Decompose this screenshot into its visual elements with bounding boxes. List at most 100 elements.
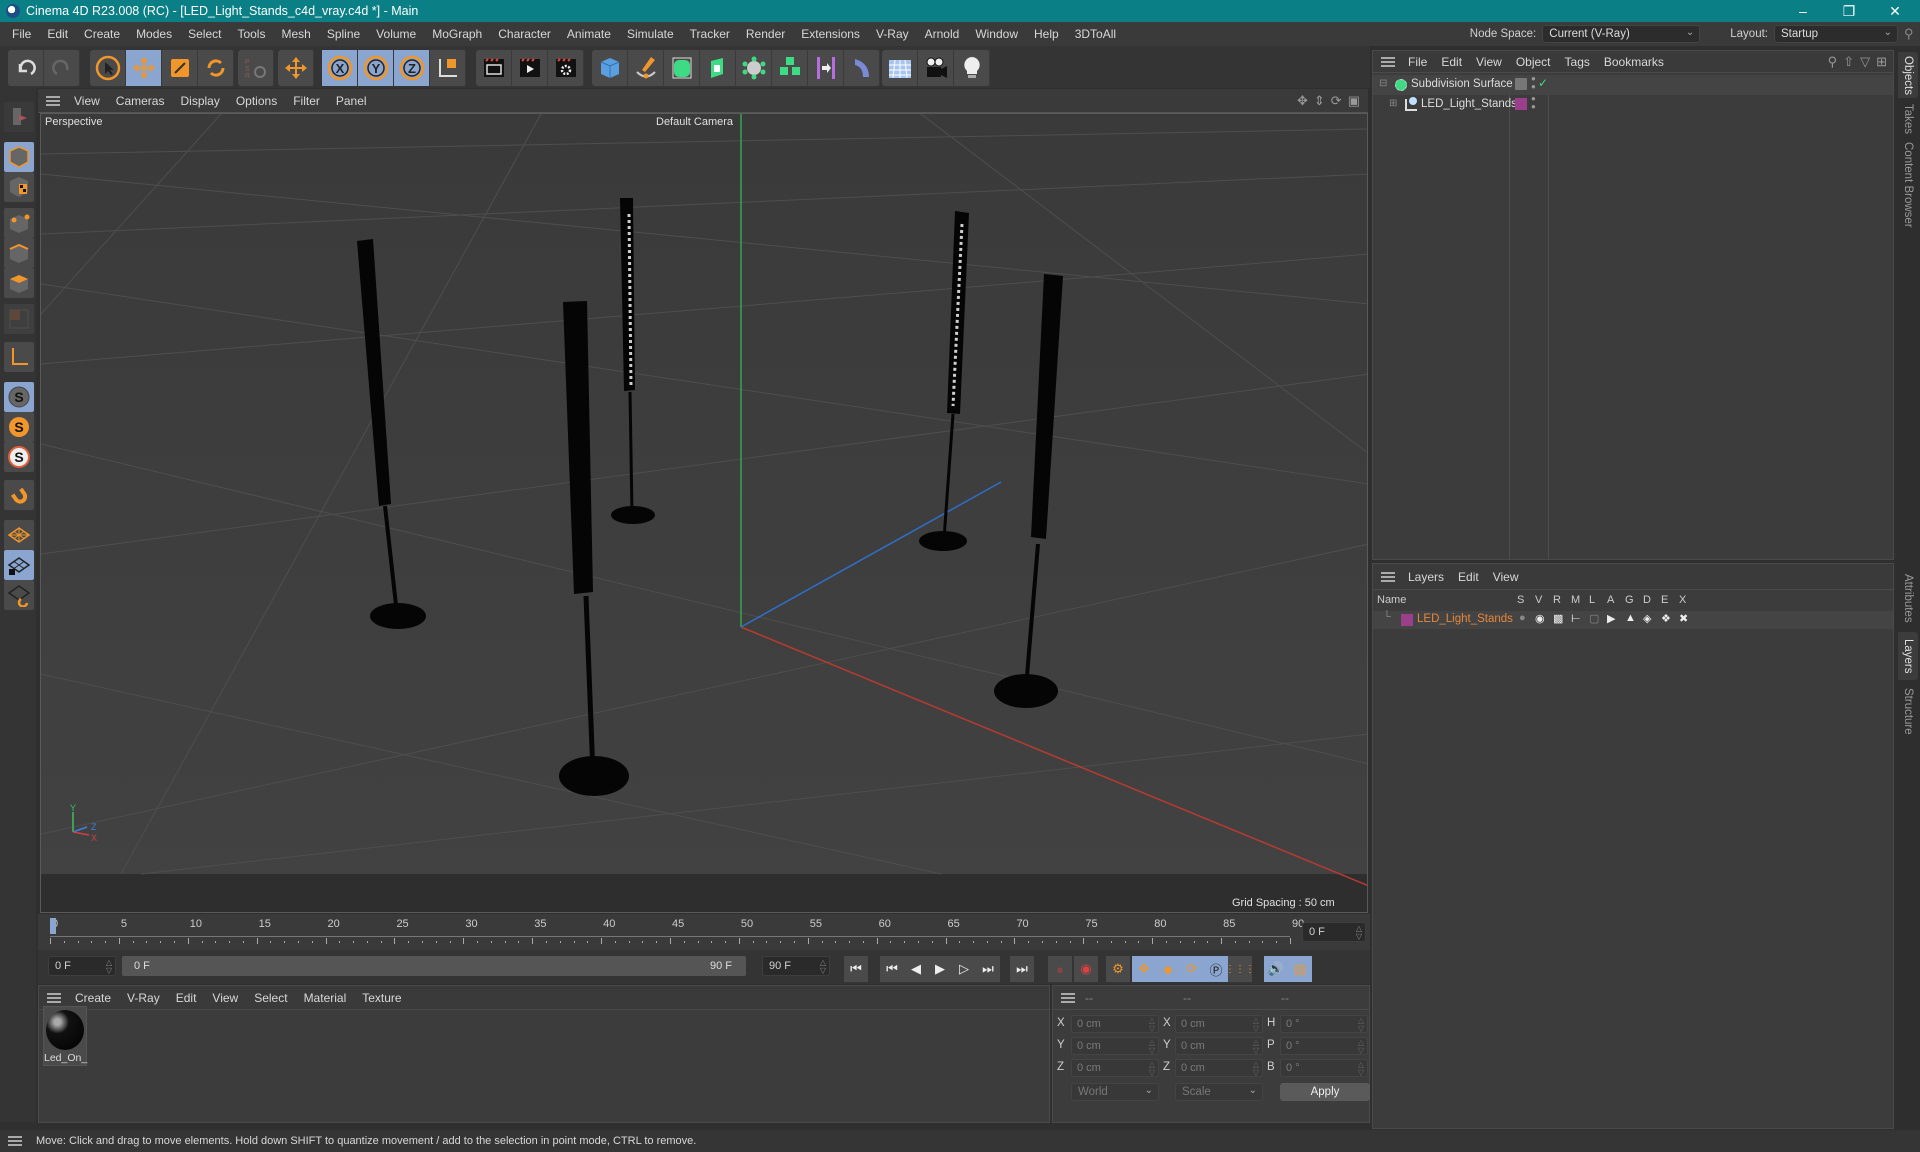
timeline-button[interactable]: ▤ [1288, 956, 1312, 982]
menu-help[interactable]: Help [1026, 27, 1067, 41]
visibility-dots-icon[interactable]: ● ● [1531, 75, 1536, 91]
snap-button[interactable] [4, 480, 34, 510]
hamburger-icon[interactable] [1381, 571, 1395, 582]
move-tool-button[interactable] [126, 50, 162, 86]
object-menu-view[interactable]: View [1469, 55, 1509, 69]
column-xrefs[interactable]: X [1679, 594, 1686, 606]
edge-mode-button[interactable] [4, 238, 34, 268]
hamburger-icon[interactable] [8, 1136, 22, 1146]
go-to-start-button[interactable]: ⏮ [844, 956, 868, 982]
end-frame-field[interactable]: 90 F △ ▽ [762, 956, 830, 976]
keyframe-selection-button[interactable]: ⚙ [1106, 956, 1130, 982]
xref-icon[interactable]: ✖ [1679, 612, 1688, 625]
layer-row[interactable]: └ LED_Light_Stands ● ◉ ▩ ⊢ ▢ ▶ ▲ ◈ ❖ ✖ [1373, 611, 1893, 629]
material-menu-create[interactable]: Create [67, 991, 119, 1005]
previous-key-button[interactable]: ⏮ [880, 956, 904, 982]
key-position-button[interactable]: ✥ [1132, 956, 1156, 982]
locked-workplane-button[interactable] [4, 550, 34, 580]
viewport-menu-cameras[interactable]: Cameras [108, 94, 173, 108]
next-key-button[interactable]: ⏭ [976, 956, 1000, 982]
current-frame-field[interactable]: 0 F △ ▽ [1302, 922, 1366, 942]
array-button[interactable] [772, 50, 808, 86]
size-mode-dropdown[interactable]: Scale ⌄ [1175, 1083, 1263, 1101]
column-visible[interactable]: V [1535, 594, 1542, 606]
model-mode-button[interactable] [4, 142, 34, 172]
menu-tracker[interactable]: Tracker [682, 27, 738, 41]
column-name[interactable]: Name [1377, 594, 1406, 606]
rot-p-field[interactable]: 0 ° △ ▽ [1280, 1037, 1368, 1055]
visible-eye-icon[interactable]: ◉ [1535, 612, 1545, 625]
menu-mesh[interactable]: Mesh [273, 27, 318, 41]
frame-range-slider[interactable]: 0 F 90 F [122, 956, 746, 976]
new-window-icon[interactable]: ⊞ [1876, 54, 1887, 70]
undo-button[interactable] [8, 50, 44, 86]
symmetry-button[interactable] [808, 50, 844, 86]
menu-arnold[interactable]: Arnold [917, 27, 968, 41]
layout-dropdown[interactable]: Startup ⌄ [1774, 25, 1898, 43]
texture-mode-button[interactable] [4, 172, 34, 202]
menu-vray[interactable]: V-Ray [868, 27, 917, 41]
viewport-menu-panel[interactable]: Panel [328, 94, 375, 108]
workplane-button[interactable] [4, 520, 34, 550]
material-menu-select[interactable]: Select [246, 991, 295, 1005]
column-generators[interactable]: G [1625, 594, 1634, 606]
solo-button[interactable]: S [4, 382, 34, 412]
render-settings-button[interactable] [548, 50, 584, 86]
layer-color-swatch[interactable] [1401, 614, 1413, 626]
menu-modes[interactable]: Modes [128, 27, 180, 41]
menu-animate[interactable]: Animate [559, 27, 619, 41]
column-manager[interactable]: M [1571, 594, 1580, 606]
layer-menu-layers[interactable]: Layers [1401, 570, 1451, 584]
hamburger-icon[interactable] [46, 95, 60, 106]
light-button[interactable] [954, 50, 990, 86]
object-row[interactable]: ⊞ LED_Light_Stands ● ● [1373, 95, 1893, 115]
size-y-field[interactable]: 0 cm △ ▽ [1175, 1037, 1263, 1055]
column-render[interactable]: R [1553, 594, 1561, 606]
minimize-button[interactable]: – [1780, 0, 1826, 22]
tab-layers[interactable]: Layers [1898, 632, 1918, 680]
material-menu-texture[interactable]: Texture [354, 991, 409, 1005]
redo-button[interactable] [44, 50, 80, 86]
menu-file[interactable]: File [4, 27, 39, 41]
start-frame-field[interactable]: 0 F △ ▽ [48, 956, 116, 976]
tab-attributes[interactable]: Attributes [1898, 566, 1918, 630]
pos-z-field[interactable]: 0 cm △ ▽ [1071, 1059, 1159, 1077]
solo-hierarchy-button[interactable]: S [4, 442, 34, 472]
animation-play-icon[interactable]: ▶ [1607, 612, 1615, 625]
rot-b-field[interactable]: 0 ° △ ▽ [1280, 1059, 1368, 1077]
visibility-dots-icon[interactable]: ● ● [1531, 95, 1536, 111]
material-menu-material[interactable]: Material [296, 991, 355, 1005]
tab-content-browser[interactable]: Content Browser [1898, 140, 1918, 230]
deformer-button[interactable] [844, 50, 880, 86]
expression-python-icon[interactable]: ❖ [1661, 612, 1671, 625]
maximize-button[interactable]: ❐ [1826, 0, 1872, 22]
material-menu-vray[interactable]: V-Ray [119, 991, 168, 1005]
rot-h-field[interactable]: 0 ° △ ▽ [1280, 1015, 1368, 1033]
menu-select[interactable]: Select [180, 27, 229, 41]
material-menu-edit[interactable]: Edit [168, 991, 205, 1005]
material-menu-view[interactable]: View [204, 991, 246, 1005]
size-x-field[interactable]: 0 cm △ ▽ [1175, 1015, 1263, 1033]
menu-volume[interactable]: Volume [368, 27, 424, 41]
close-button[interactable]: ✕ [1872, 0, 1918, 22]
x-axis-button[interactable]: X [322, 50, 358, 86]
menu-window[interactable]: Window [967, 27, 1026, 41]
floor-button[interactable] [882, 50, 918, 86]
rotate-tool-button[interactable] [198, 50, 234, 86]
menu-render[interactable]: Render [738, 27, 793, 41]
autokey-button[interactable]: ◉ [1074, 956, 1098, 982]
camera-button[interactable] [918, 50, 954, 86]
solo-selected-button[interactable]: S [4, 412, 34, 442]
viewport-menu-filter[interactable]: Filter [285, 94, 328, 108]
object-menu-file[interactable]: File [1401, 55, 1434, 69]
render-view-button[interactable] [476, 50, 512, 86]
viewport-solo-button[interactable] [4, 102, 34, 132]
render-clapper-icon[interactable]: ▩ [1553, 612, 1563, 625]
extrude-button[interactable] [700, 50, 736, 86]
scale-tool-button[interactable] [162, 50, 198, 86]
axis-mode-button[interactable] [4, 342, 34, 372]
key-point-level-button[interactable]: ⋮⋮⋮ [1225, 956, 1255, 982]
column-solo[interactable]: S [1517, 594, 1524, 606]
hamburger-icon[interactable] [1061, 992, 1075, 1003]
menu-character[interactable]: Character [490, 27, 559, 41]
